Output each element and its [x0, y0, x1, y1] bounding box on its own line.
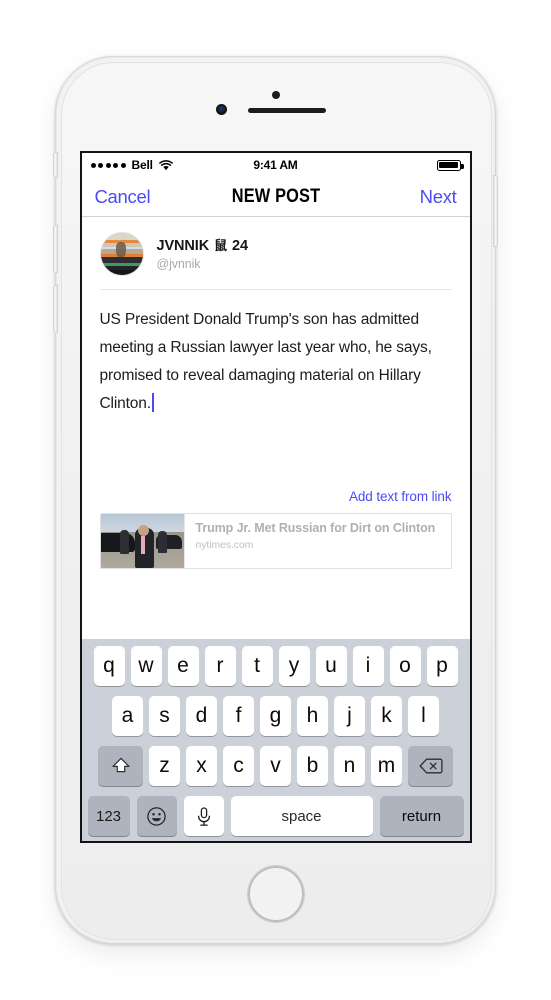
return-key[interactable]: return — [379, 796, 464, 836]
key-y[interactable]: y — [278, 646, 310, 686]
profile-username: JVNNIK — [156, 237, 210, 254]
power-button[interactable] — [493, 175, 498, 247]
compose-spacer — [82, 418, 470, 488]
key-f[interactable]: f — [223, 696, 254, 736]
key-k[interactable]: k — [371, 696, 402, 736]
text-cursor — [151, 393, 154, 412]
proximity-sensor-icon — [271, 91, 280, 99]
key-c[interactable]: c — [223, 746, 254, 786]
key-a[interactable]: a — [112, 696, 143, 736]
key-n[interactable]: n — [334, 746, 365, 786]
key-d[interactable]: d — [186, 696, 217, 736]
status-bar-right — [436, 159, 464, 171]
compose-area: JVNNIK 鼠 24 @jvnnik US President Donald … — [81, 217, 470, 569]
avatar[interactable] — [99, 232, 144, 276]
link-thumbnail-image — [100, 514, 185, 568]
key-u[interactable]: u — [315, 646, 347, 686]
key-v[interactable]: v — [260, 746, 291, 786]
on-screen-keyboard: q w e r t y u i o p a s d f g h j k l z … — [81, 639, 470, 841]
shift-key[interactable] — [98, 746, 143, 786]
volume-up-button[interactable] — [53, 225, 58, 273]
key-p[interactable]: p — [426, 646, 458, 686]
emoji-key[interactable] — [136, 796, 177, 836]
numbers-key[interactable]: 123 — [87, 796, 130, 836]
key-t[interactable]: t — [241, 646, 273, 686]
keyboard-row-2: a s d f g h j k l — [85, 696, 467, 736]
add-text-from-link-button[interactable]: Add text from link — [349, 489, 452, 504]
link-preview-source: nytimes.com — [195, 539, 254, 551]
key-q[interactable]: q — [93, 646, 125, 686]
key-i[interactable]: i — [352, 646, 384, 686]
profile-badge-number: 24 — [232, 237, 248, 254]
key-e[interactable]: e — [167, 646, 199, 686]
profile-row[interactable]: JVNNIK 鼠 24 @jvnnik — [82, 217, 470, 289]
key-j[interactable]: j — [334, 696, 365, 736]
status-bar-clock: 9:41 AM — [253, 158, 298, 172]
key-m[interactable]: m — [371, 746, 402, 786]
profile-badge-icon: 鼠 — [214, 238, 227, 253]
space-key[interactable]: space — [230, 796, 373, 836]
mute-switch-button[interactable] — [53, 152, 58, 178]
keyboard-row-4: 123 space return — [85, 796, 467, 836]
key-w[interactable]: w — [130, 646, 162, 686]
key-b[interactable]: b — [297, 746, 328, 786]
volume-down-button[interactable] — [53, 285, 58, 333]
key-x[interactable]: x — [186, 746, 217, 786]
status-bar: Bell 9:41 AM — [81, 153, 470, 177]
earpiece-speaker-icon — [247, 108, 326, 113]
add-link-row: Add text from link — [82, 488, 470, 513]
home-button[interactable] — [246, 865, 305, 923]
profile-meta: JVNNIK 鼠 24 @jvnnik — [156, 237, 249, 271]
keyboard-row-1: q w e r t y u i o p — [85, 646, 467, 686]
key-h[interactable]: h — [297, 696, 328, 736]
link-preview-body: Trump Jr. Met Russian for Dirt on Clinto… — [185, 514, 446, 568]
post-text-input[interactable]: US President Donald Trump's son has admi… — [82, 290, 470, 418]
key-g[interactable]: g — [260, 696, 291, 736]
backspace-key[interactable] — [408, 746, 453, 786]
navigation-bar: Cancel NEW POST Next — [81, 177, 470, 217]
dictation-key[interactable] — [183, 796, 224, 836]
microphone-icon — [195, 806, 213, 827]
emoji-icon — [146, 806, 167, 827]
profile-handle: @jvnnik — [156, 256, 201, 271]
backspace-icon — [418, 756, 444, 776]
link-preview-card[interactable]: Trump Jr. Met Russian for Dirt on Clinto… — [99, 513, 452, 569]
iphone-device-frame: Bell 9:41 AM Cancel NEW POST Next JVNNIK… — [53, 56, 498, 944]
key-r[interactable]: r — [204, 646, 236, 686]
key-l[interactable]: l — [408, 696, 439, 736]
device-screen: Bell 9:41 AM Cancel NEW POST Next JVNNIK… — [79, 151, 472, 843]
shift-icon — [110, 755, 132, 777]
keyboard-row-3: z x c v b n m — [85, 746, 467, 786]
key-o[interactable]: o — [389, 646, 421, 686]
profile-name-row: JVNNIK 鼠 24 — [156, 237, 249, 254]
link-preview-title: Trump Jr. Met Russian for Dirt on Clinto… — [195, 521, 436, 535]
key-z[interactable]: z — [149, 746, 180, 786]
front-camera-icon — [215, 104, 227, 115]
screenshot-stage: Bell 9:41 AM Cancel NEW POST Next JVNNIK… — [0, 0, 551, 1000]
page-title: NEW POST — [231, 185, 320, 207]
key-s[interactable]: s — [149, 696, 180, 736]
post-text-value: US President Donald Trump's son has admi… — [99, 311, 436, 412]
battery-icon — [436, 159, 464, 171]
